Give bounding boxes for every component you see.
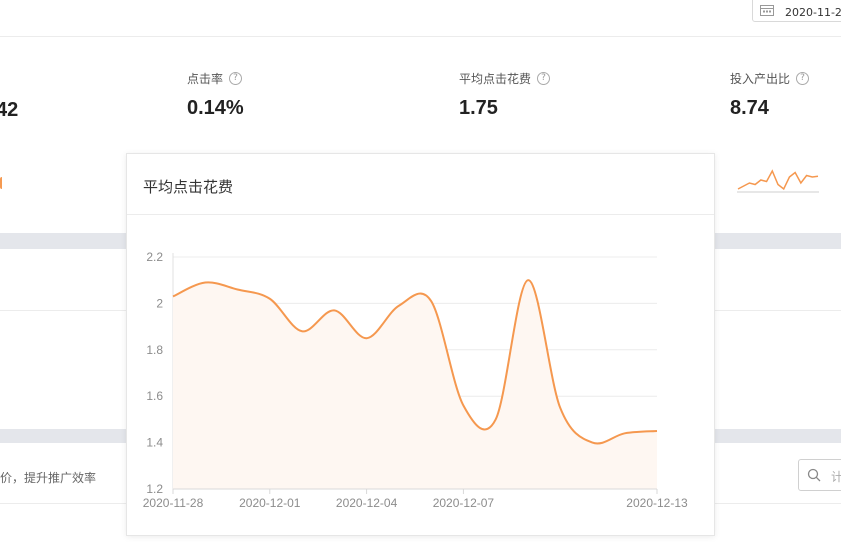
trend-fragment: [0, 177, 6, 189]
data-point[interactable]: [235, 287, 240, 292]
metric-ctr[interactable]: 点击率? 0.14%: [187, 70, 244, 120]
y-tick-label: 1.6: [146, 389, 163, 403]
help-icon[interactable]: ?: [796, 72, 810, 85]
search-icon: [807, 468, 821, 482]
metric-value-partial: 42: [0, 99, 19, 121]
avg-cpc-line-chart[interactable]: 2.2 2 1.8 1.6 1.4 1.22020-11-28 2020-12-01 2020…: [127, 215, 714, 535]
y-tick-label: 1.8: [146, 343, 163, 357]
x-tick-label: 2020-12-04: [336, 496, 398, 510]
data-point[interactable]: [267, 296, 272, 301]
metric-value: 0.14%: [187, 97, 244, 119]
sparkline-series: [737, 169, 819, 191]
data-point[interactable]: [203, 280, 208, 285]
data-point[interactable]: [655, 429, 660, 434]
y-tick-label: 2: [156, 296, 163, 310]
data-point[interactable]: [558, 405, 563, 410]
y-tick-label: 1.2: [146, 482, 163, 496]
data-point[interactable]: [364, 336, 369, 341]
search-placeholder: 计: [831, 470, 841, 484]
top-bar: 2020-11-28: [0, 0, 841, 37]
data-point[interactable]: [590, 440, 595, 445]
x-tick-label: 2020-12-01: [239, 496, 301, 510]
chart-popover: 平均点击花费 2.2 2 1.8 1.6 1.4 1.2 2020-11-28 2020-12…: [126, 153, 715, 536]
date-range-picker[interactable]: 2020-11-28: [752, 0, 841, 22]
data-point[interactable]: [493, 417, 498, 422]
metric-label: 点击率: [187, 72, 224, 86]
y-tick-label: 2.2: [146, 250, 163, 264]
data-point[interactable]: [300, 329, 305, 334]
help-icon[interactable]: ?: [229, 72, 243, 85]
data-point[interactable]: [396, 303, 401, 308]
x-tick-label: 2020-12-13: [626, 496, 688, 510]
metric-roi[interactable]: 投入产出比? 8.74: [730, 70, 810, 120]
metric-value: 1.75: [459, 97, 498, 119]
help-icon[interactable]: ?: [537, 72, 551, 85]
data-point[interactable]: [171, 294, 176, 299]
y-tick-label: 1.4: [146, 436, 163, 450]
series-area: [173, 280, 657, 489]
x-tick-label: 2020-11-28: [143, 496, 204, 510]
x-tick-label: 2020-12-07: [433, 496, 495, 510]
data-point[interactable]: [622, 431, 627, 436]
data-point[interactable]: [332, 308, 337, 313]
data-point[interactable]: [461, 403, 466, 408]
search-input[interactable]: 计: [798, 459, 841, 491]
roi-sparkline[interactable]: [737, 163, 819, 195]
data-point[interactable]: [525, 278, 530, 283]
popover-title: 平均点击花费: [143, 178, 234, 196]
tip-text: 价，提升推广效率: [0, 471, 97, 485]
metric-label: 投入产出比: [730, 72, 791, 86]
metric-value: 8.74: [730, 97, 769, 119]
date-start-value: 2020-11-28: [785, 6, 841, 19]
metric-label: 平均点击花费: [459, 72, 532, 86]
calendar-icon: [760, 5, 774, 16]
data-point[interactable]: [429, 299, 434, 304]
metric-avg-cpc[interactable]: 平均点击花费? 1.75: [459, 70, 551, 120]
